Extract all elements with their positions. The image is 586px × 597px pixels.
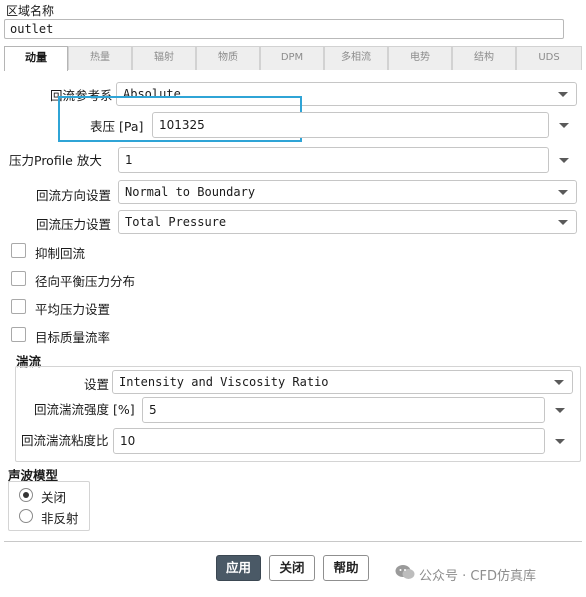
- suppress-backflow-checkbox[interactable]: [11, 243, 26, 258]
- tab-multiphase[interactable]: 多相流: [324, 46, 388, 70]
- tab-thermal[interactable]: 热量: [68, 46, 132, 70]
- acoustic-off-radio[interactable]: [19, 488, 33, 502]
- target-mass-flow-checkbox[interactable]: [11, 327, 26, 342]
- backflow-direction-dropdown[interactable]: Normal to Boundary: [118, 180, 577, 204]
- gauge-pressure-method-chevron-icon[interactable]: [559, 123, 569, 128]
- chevron-down-icon: [558, 92, 568, 97]
- backflow-direction-value: Normal to Boundary: [125, 185, 256, 199]
- turbulence-intensity-method-chevron-icon[interactable]: [555, 408, 565, 413]
- tab-structure[interactable]: 结构: [452, 46, 516, 70]
- pressure-profile-input[interactable]: 1: [118, 147, 549, 173]
- turbulence-intensity-input[interactable]: 5: [142, 397, 545, 423]
- tab-radiation[interactable]: 辐射: [132, 46, 196, 70]
- tab-dpm[interactable]: DPM: [260, 46, 324, 70]
- turbulence-intensity-label: 回流湍流强度 [%]: [34, 402, 135, 417]
- watermark-text: 公众号 · CFD仿真库: [419, 569, 536, 584]
- chevron-down-icon: [558, 220, 568, 225]
- pressure-profile-method-chevron-icon[interactable]: [559, 158, 569, 163]
- viscosity-ratio-method-chevron-icon[interactable]: [555, 439, 565, 444]
- viscosity-ratio-input[interactable]: 10: [113, 428, 545, 454]
- tab-potential[interactable]: 电势: [388, 46, 452, 70]
- backflow-direction-label: 回流方向设置: [36, 188, 112, 203]
- tab-bar: 动量 热量 辐射 物质 DPM 多相流 电势 结构 UDS: [4, 46, 582, 71]
- viscosity-ratio-label: 回流湍流粘度比: [21, 433, 109, 448]
- radial-equilibrium-checkbox[interactable]: [11, 271, 26, 286]
- tab-species[interactable]: 物质: [196, 46, 260, 70]
- backflow-pressure-dropdown[interactable]: Total Pressure: [118, 210, 577, 234]
- wechat-icon: [395, 564, 415, 580]
- average-pressure-label: 平均压力设置: [35, 302, 111, 317]
- zone-name-label: 区域名称: [6, 4, 55, 18]
- gauge-pressure-label: 表压 [Pa]: [90, 119, 144, 134]
- close-button[interactable]: 关闭: [269, 555, 315, 581]
- radial-equilibrium-label: 径向平衡压力分布: [35, 274, 136, 289]
- turbulence-method-label: 设置: [84, 377, 110, 392]
- suppress-backflow-label: 抑制回流: [35, 246, 86, 261]
- target-mass-flow-label: 目标质量流率: [35, 330, 111, 345]
- apply-button[interactable]: 应用: [216, 555, 261, 581]
- acoustic-nonreflecting-label: 非反射: [41, 511, 79, 526]
- backflow-pressure-value: Total Pressure: [125, 215, 227, 229]
- backflow-pressure-label: 回流压力设置: [36, 217, 112, 232]
- acoustic-nonreflecting-radio[interactable]: [19, 509, 33, 523]
- pressure-profile-label: 压力Profile 放大: [9, 153, 102, 168]
- help-button[interactable]: 帮助: [323, 555, 369, 581]
- turbulence-method-dropdown[interactable]: Intensity and Viscosity Ratio: [112, 370, 573, 394]
- tab-uds[interactable]: UDS: [516, 46, 582, 70]
- chevron-down-icon: [558, 190, 568, 195]
- chevron-down-icon: [554, 380, 564, 385]
- gauge-pressure-input[interactable]: 101325: [152, 112, 549, 138]
- footer-divider: [4, 541, 582, 542]
- average-pressure-checkbox[interactable]: [11, 299, 26, 314]
- turbulence-method-value: Intensity and Viscosity Ratio: [119, 375, 329, 389]
- tab-momentum[interactable]: 动量: [4, 46, 68, 71]
- acoustic-off-label: 关闭: [41, 490, 67, 505]
- zone-name-input[interactable]: outlet: [4, 19, 564, 39]
